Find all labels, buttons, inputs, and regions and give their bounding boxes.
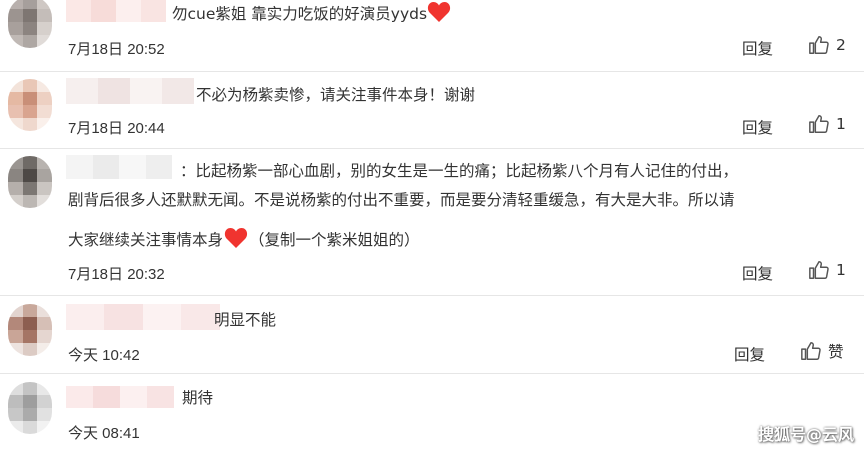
- like-count: 1: [836, 115, 846, 133]
- username-blurred[interactable]: [66, 304, 220, 330]
- like-button[interactable]: 1: [808, 113, 846, 135]
- like-button[interactable]: 1: [808, 259, 846, 281]
- comment-time: 7月18日 20:32: [68, 266, 165, 283]
- comment-time: 今天 08:41: [68, 425, 140, 442]
- like-count: 1: [836, 261, 846, 279]
- comment-3: ：比起杨紫一部心血剧，别的女生是一生的痛；比起杨紫八个月有人记住的付出， 剧背后…: [0, 149, 864, 289]
- comment-text: 期待: [182, 389, 214, 407]
- reply-button[interactable]: 回复: [742, 262, 773, 284]
- like-button[interactable]: 赞: [800, 340, 844, 362]
- avatar[interactable]: [8, 0, 52, 48]
- comment-1: 勿cue紫姐 靠实力吃饭的好演员yyds 7月18日 20:52 回复 2: [0, 0, 864, 60]
- heart-icon: [427, 2, 451, 22]
- thumbs-up-icon: [809, 115, 829, 133]
- comment-text-tail: （复制一个紫米姐姐的）: [249, 231, 420, 249]
- watermark: 搜狐号@云风: [757, 425, 854, 444]
- reply-button[interactable]: 回复: [742, 37, 773, 59]
- username-blurred[interactable]: [66, 155, 172, 179]
- thumbs-up-icon: [801, 342, 821, 360]
- comment-text-content: 大家继续关注事情本身: [68, 231, 224, 249]
- comment-text: 不必为杨紫卖惨，请关注事件本身！谢谢: [196, 86, 476, 104]
- username-blurred[interactable]: [66, 0, 166, 22]
- comment-2: 不必为杨紫卖惨，请关注事件本身！谢谢 7月18日 20:44 回复 1: [0, 72, 864, 148]
- reply-button[interactable]: 回复: [734, 343, 765, 365]
- comment-time: 7月18日 20:44: [68, 120, 165, 137]
- avatar[interactable]: [8, 79, 52, 131]
- comment-text: 勿cue紫姐 靠实力吃饭的好演员yyds: [172, 0, 451, 29]
- comment-text: 明显不能: [214, 311, 277, 329]
- avatar[interactable]: [8, 156, 52, 208]
- comment-text-content: 勿cue紫姐 靠实力吃饭的好演员yyds: [172, 5, 428, 23]
- like-button[interactable]: 2: [808, 34, 846, 56]
- comment-4: 明显不能 今天 10:42 回复 赞: [0, 296, 864, 372]
- thumbs-up-icon: [809, 36, 829, 54]
- comment-text-line-1: ：比起杨紫一部心血剧，别的女生是一生的痛；比起杨紫八个月有人记住的付出，: [180, 162, 739, 180]
- comment-text-line-2: 剧背后很多人还默默无闻。不是说杨紫的付出不重要，而是要分清轻重缓急，有大是大非。…: [68, 191, 735, 209]
- comment-text-line-3: 大家继续关注事情本身 （复制一个紫米姐姐的）: [68, 226, 420, 255]
- reply-button[interactable]: 回复: [742, 116, 773, 138]
- username-blurred[interactable]: [66, 78, 194, 104]
- like-count: 2: [836, 36, 846, 54]
- thumbs-up-icon: [809, 261, 829, 279]
- username-blurred[interactable]: [66, 386, 174, 408]
- comment-5: 期待 今天 08:41: [0, 374, 864, 455]
- comment-time: 7月18日 20:52: [68, 41, 165, 58]
- heart-icon: [224, 228, 248, 248]
- like-label: 赞: [828, 343, 844, 361]
- avatar[interactable]: [8, 304, 52, 356]
- avatar[interactable]: [8, 382, 52, 434]
- comment-time: 今天 10:42: [68, 347, 140, 364]
